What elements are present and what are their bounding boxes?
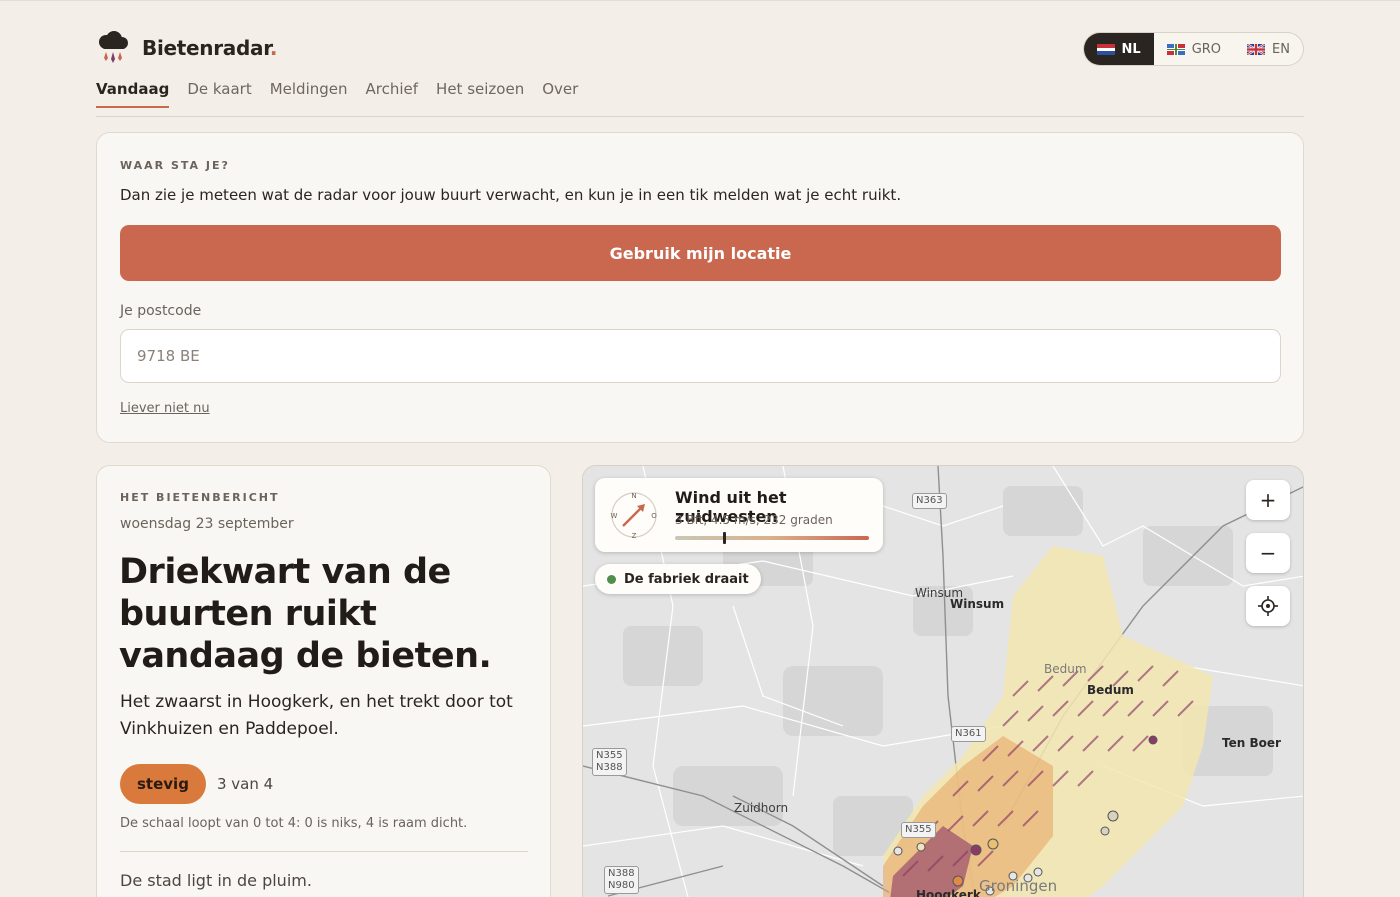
tab-de-kaart[interactable]: De kaart bbox=[187, 80, 251, 108]
nl-flag-icon bbox=[1096, 43, 1115, 55]
tab-vandaag[interactable]: Vandaag bbox=[96, 80, 170, 108]
lang-nl-button[interactable]: NL bbox=[1083, 33, 1154, 65]
compass-o: O bbox=[651, 512, 657, 520]
wind-panel: N O Z W Wind uit het zuidwesten 3 Bft, 4… bbox=[595, 478, 883, 552]
report-card: HET BIETENBERICHT woensdag 23 september … bbox=[96, 465, 551, 897]
factory-status: De fabriek draait bbox=[595, 564, 761, 594]
scale-note: De schaal loopt van 0 tot 4: 0 is niks, … bbox=[120, 816, 468, 831]
place-bedum: Bedum bbox=[1087, 683, 1134, 697]
road-n363-label: N363 bbox=[912, 493, 947, 509]
road-n355-label: N355 bbox=[901, 822, 936, 838]
postcode-label: Je postcode bbox=[120, 303, 202, 319]
report-divider bbox=[120, 851, 528, 852]
groningen-flag-icon bbox=[1166, 43, 1185, 55]
road-n355-n388-label: N355 N388 bbox=[592, 748, 627, 776]
lang-en-button[interactable]: EN bbox=[1234, 33, 1303, 65]
location-card: WAAR STA JE? Dan zie je meteen wat de ra… bbox=[96, 132, 1304, 443]
road-n361-label: N361 bbox=[951, 726, 986, 742]
tab-archief[interactable]: Archief bbox=[366, 80, 419, 108]
compass-w: W bbox=[611, 512, 618, 520]
report-eyebrow: HET BIETENBERICHT bbox=[120, 491, 280, 504]
tab-het-seizoen[interactable]: Het seizoen bbox=[436, 80, 524, 108]
zoom-in-button[interactable]: + bbox=[1246, 480, 1290, 520]
report-summary: Het zwaarst in Hoogkerk, en het trekt do… bbox=[120, 692, 513, 739]
compass-n: N bbox=[631, 492, 636, 500]
level-row: stevig 3 van 4 bbox=[120, 764, 273, 804]
uk-flag-icon bbox=[1247, 43, 1266, 55]
locate-button[interactable] bbox=[1246, 586, 1290, 626]
postcode-input[interactable]: 9718 BE bbox=[120, 329, 1281, 383]
compass-icon: N O Z W bbox=[611, 492, 658, 540]
wind-scale-bar bbox=[675, 532, 869, 544]
road-n388-n980-label: N388 N980 bbox=[604, 866, 639, 894]
report-headline: Driekwart van de buurten ruikt vandaag d… bbox=[119, 552, 492, 676]
level-badge: stevig bbox=[120, 764, 206, 804]
logo[interactable]: Bietenradar. bbox=[96, 30, 278, 66]
report-date: woensdag 23 september bbox=[120, 516, 294, 532]
level-count: 3 van 4 bbox=[216, 775, 274, 793]
header: Bietenradar. NL GRO EN bbox=[96, 28, 1304, 72]
location-description: Dan zie je meteen wat de radar voor jouw… bbox=[120, 186, 902, 204]
tab-meldingen[interactable]: Meldingen bbox=[270, 80, 348, 108]
plume-line: De stad ligt in de pluim. bbox=[120, 871, 312, 890]
place-hoogkerk: Hoogkerk bbox=[916, 888, 981, 897]
crosshair-icon bbox=[1258, 596, 1278, 616]
top-border bbox=[0, 0, 1400, 1]
location-eyebrow: WAAR STA JE? bbox=[120, 159, 230, 172]
wind-scale-marker bbox=[722, 532, 726, 544]
brand-name: Bietenradar. bbox=[142, 36, 278, 60]
place-winsum: Winsum bbox=[950, 597, 1005, 611]
place-bedum-base: Bedum bbox=[1044, 662, 1087, 676]
not-now-link[interactable]: Liever niet nu bbox=[120, 401, 210, 416]
language-switch: NL GRO EN bbox=[1082, 32, 1304, 66]
map[interactable]: N363 N361 N355 N388 N355 N388 N980 Winsum … bbox=[582, 465, 1304, 897]
wind-subtitle: 3 Bft, 4.5 m/s, 232 graden bbox=[675, 513, 833, 527]
nav-divider bbox=[96, 116, 1304, 117]
compass-z: Z bbox=[632, 532, 637, 540]
place-zuidhorn: Zuidhorn bbox=[734, 801, 789, 815]
status-dot-icon bbox=[607, 574, 616, 584]
place-groningen: Groningen bbox=[979, 877, 1058, 895]
use-location-button[interactable]: Gebruik mijn locatie bbox=[120, 225, 1281, 281]
tab-over[interactable]: Over bbox=[542, 80, 578, 108]
zoom-out-button[interactable]: − bbox=[1246, 533, 1290, 573]
lang-gro-button[interactable]: GRO bbox=[1154, 33, 1234, 65]
place-ten-boer: Ten Boer bbox=[1222, 736, 1281, 750]
main-nav: Vandaag De kaart Meldingen Archief Het s… bbox=[96, 80, 578, 108]
cloud-drops-icon bbox=[99, 31, 128, 63]
